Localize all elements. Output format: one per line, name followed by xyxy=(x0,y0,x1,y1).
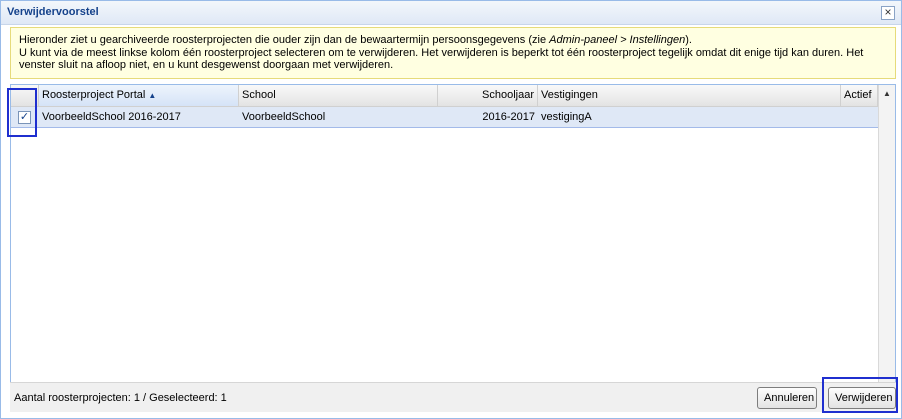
grid-header: Roosterproject Portal ▲ School Schooljaar… xyxy=(11,85,895,107)
dialog-titlebar[interactable]: Verwijdervoorstel × xyxy=(1,1,901,25)
column-header-year[interactable]: Schooljaar xyxy=(438,85,538,106)
vertical-scrollbar[interactable]: ▲ xyxy=(878,85,895,383)
column-header-active[interactable]: Actief xyxy=(841,85,878,106)
info-line-3: venster sluit na afloop niet, en u kunt … xyxy=(19,59,394,71)
info-message: Hieronder ziet u gearchiveerde roosterpr… xyxy=(10,27,896,79)
info-line-2: U kunt via de meest linkse kolom één roo… xyxy=(19,46,864,59)
cell-project: VoorbeeldSchool 2016-2017 xyxy=(42,111,181,123)
cell-year: 2016-2017 xyxy=(482,111,535,123)
cell-locations: vestigingA xyxy=(541,111,592,123)
dialog-footer: Aantal roosterprojecten: 1 / Geselecteer… xyxy=(10,382,896,412)
column-header-school[interactable]: School xyxy=(239,85,438,106)
scroll-up-icon[interactable]: ▲ xyxy=(879,85,895,102)
delete-button-highlight-frame xyxy=(822,377,898,413)
cell-active xyxy=(841,107,878,128)
cell-school: VoorbeeldSchool xyxy=(242,111,326,123)
checkbox-highlight-frame xyxy=(7,88,37,137)
dialog-title: Verwijdervoorstel xyxy=(7,6,99,18)
column-header-locations[interactable]: Vestigingen xyxy=(538,85,841,106)
info-line-1: Hieronder ziet u gearchiveerde roosterpr… xyxy=(19,34,692,46)
sort-asc-icon: ▲ xyxy=(148,91,157,100)
column-header-project[interactable]: Roosterproject Portal ▲ xyxy=(39,85,239,106)
remove-proposal-dialog: Verwijdervoorstel × Hieronder ziet u gea… xyxy=(0,0,902,419)
selection-count: Aantal roosterprojecten: 1 / Geselecteer… xyxy=(14,392,227,404)
project-grid: Roosterproject Portal ▲ School Schooljaar… xyxy=(10,84,896,384)
cancel-button[interactable]: Annuleren xyxy=(757,387,817,409)
table-row[interactable]: ✓ VoorbeeldSchool 2016-2017 VoorbeeldSch… xyxy=(11,107,878,128)
close-icon[interactable]: × xyxy=(881,6,895,20)
